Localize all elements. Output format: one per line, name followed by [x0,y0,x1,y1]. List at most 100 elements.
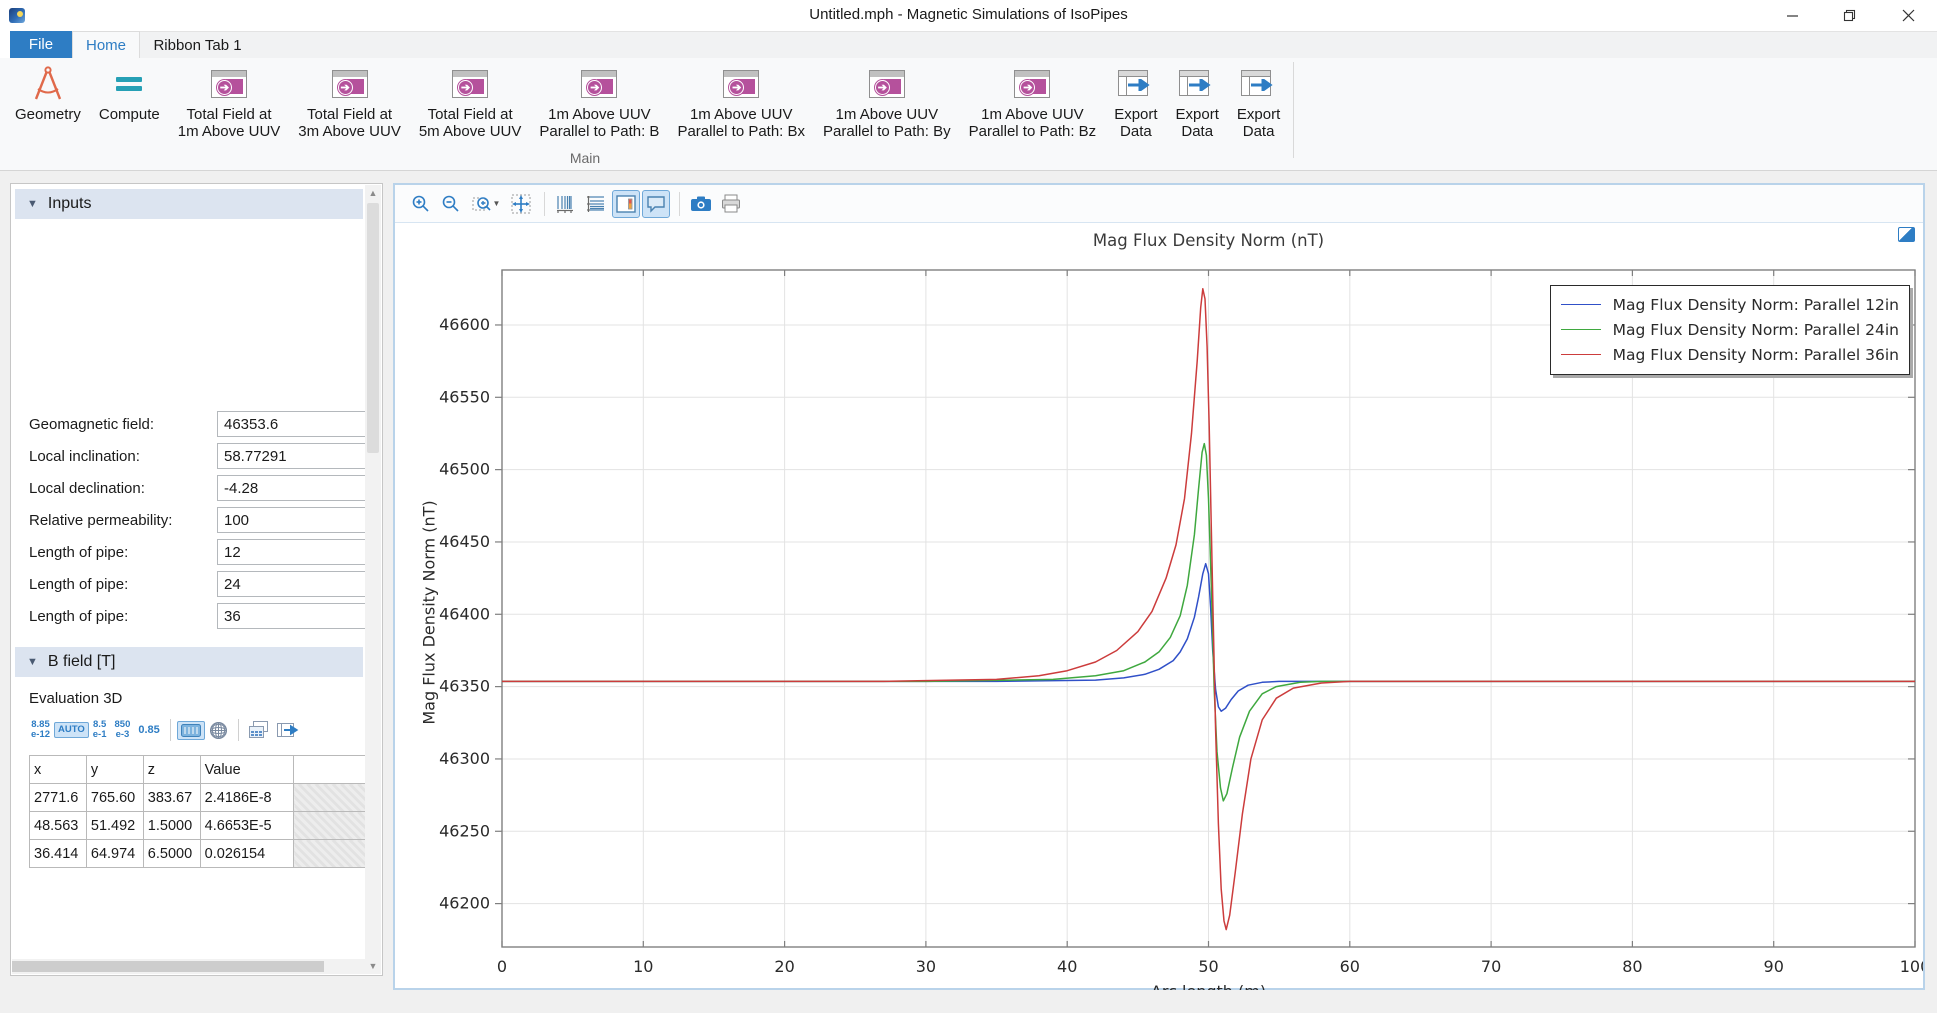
table-row[interactable]: 36.414 64.974 6.5000 0.026154 [30,840,378,868]
cell[interactable]: 765.60 [86,784,143,812]
plot-window-icon: ➔ [581,70,617,98]
cell[interactable]: 4.6653E-5 [200,812,293,840]
export-data-button-3[interactable]: ExportData [1228,62,1289,140]
length-of-pipe-3-input[interactable] [217,603,367,629]
cell[interactable]: 2.4186E-8 [200,784,293,812]
col-header-y[interactable]: y [86,756,143,784]
toolbar-divider [238,719,239,741]
bfield-section-header[interactable]: ▼ B field [T] [15,647,363,677]
field-row: Local inclination: [29,443,379,469]
cell[interactable]: 1.5000 [143,812,200,840]
cell[interactable]: 2771.6 [30,784,87,812]
cell[interactable]: 36.414 [30,840,87,868]
print-icon[interactable] [717,190,745,218]
table-row[interactable]: 2771.6 765.60 383.67 2.4186E-8 [30,784,378,812]
scrollbar-thumb[interactable] [367,203,379,453]
close-button[interactable] [1879,0,1937,31]
ribbon-button-label: ExportData [1237,106,1280,140]
geometry-compass-icon [31,62,65,106]
col-header-value[interactable]: Value [200,756,293,784]
total-field-5m-button[interactable]: ➔ Total Field at5m Above UUV [410,62,531,140]
horizontal-scrollbar[interactable] [12,959,367,974]
export-table-icon[interactable] [273,720,305,741]
milli-format-button[interactable]: 850e-3 [111,717,135,743]
local-inclination-input[interactable] [217,443,367,469]
length-of-pipe-1-input[interactable] [217,539,367,565]
parallel-path-bz-button[interactable]: ➔ 1m Above UUVParallel to Path: Bz [960,62,1106,140]
total-field-3m-button[interactable]: ➔ Total Field at3m Above UUV [289,62,410,140]
collapse-triangle-icon: ▼ [27,198,38,210]
svg-text:46450: 46450 [439,532,490,551]
inputs-section-header[interactable]: ▼ Inputs [15,189,363,219]
zoom-in-icon[interactable] [407,190,435,218]
svg-text:100: 100 [1900,957,1923,976]
compute-equals-icon [114,62,144,106]
cell[interactable]: 6.5000 [143,840,200,868]
ribbon-button-label: ExportData [1176,106,1219,140]
svg-text:46350: 46350 [439,677,490,696]
y-axis-log-icon[interactable] [582,190,610,218]
scroll-down-icon[interactable]: ▼ [365,958,381,974]
engineering-format-button[interactable]: 8.5e-1 [89,717,111,743]
field-label: Local declination: [29,480,217,497]
legend-toggle-icon[interactable] [612,190,640,218]
x-axis-log-icon[interactable] [552,190,580,218]
legend-label: Mag Flux Density Norm: Parallel 36in [1613,346,1899,364]
parallel-path-bx-button[interactable]: ➔ 1m Above UUVParallel to Path: Bx [668,62,814,140]
cell[interactable]: 64.974 [86,840,143,868]
tab-home[interactable]: Home [72,31,140,58]
graphics-panel: ▼ [393,183,1925,990]
restore-button[interactable] [1821,0,1879,31]
zoom-extents-icon[interactable] [507,190,535,218]
local-declination-input[interactable] [217,475,367,501]
svg-text:10: 10 [633,957,653,976]
scroll-up-icon[interactable]: ▲ [365,185,381,201]
export-data-button-2[interactable]: ExportData [1167,62,1228,140]
zoom-out-icon[interactable] [437,190,465,218]
svg-text:46550: 46550 [439,387,490,406]
cell[interactable]: 51.492 [86,812,143,840]
ribbon-button-label: Total Field at1m Above UUV [178,106,281,140]
legend-line-swatch [1561,354,1601,355]
parallel-path-b-button[interactable]: ➔ 1m Above UUVParallel to Path: B [530,62,668,140]
svg-text:46250: 46250 [439,821,490,840]
plot-window-icon: ➔ [869,70,905,98]
svg-text:Arc length (m): Arc length (m) [1151,982,1266,990]
scientific-format-button[interactable]: 8.85e-12 [27,717,54,743]
col-header-z[interactable]: z [143,756,200,784]
table-row[interactable]: 48.563 51.492 1.5000 4.6653E-5 [30,812,378,840]
relative-permeability-input[interactable] [217,507,367,533]
minimize-button[interactable] [1763,0,1821,31]
tab-file[interactable]: File [10,31,72,58]
total-field-1m-button[interactable]: ➔ Total Field at1m Above UUV [169,62,290,140]
tab-ribbon-tab-1[interactable]: Ribbon Tab 1 [140,31,255,58]
auto-format-button[interactable]: AUTO [54,722,89,738]
col-header-x[interactable]: x [30,756,87,784]
field-label: Length of pipe: [29,544,217,561]
zoom-box-icon[interactable]: ▼ [467,190,505,218]
export-data-icon [1118,70,1154,98]
svg-text:60: 60 [1340,957,1360,976]
compute-button[interactable]: Compute [90,62,169,123]
cell[interactable]: 383.67 [143,784,200,812]
scrollbar-thumb[interactable] [12,961,324,972]
copy-table-icon[interactable] [245,718,273,742]
screenshot-icon[interactable] [687,190,715,218]
cell[interactable]: 0.026154 [200,840,293,868]
parallel-path-by-button[interactable]: ➔ 1m Above UUVParallel to Path: By [814,62,960,140]
geomagnetic-field-input[interactable] [217,411,367,437]
field-label: Local inclination: [29,448,217,465]
decimal-format-button[interactable]: 0.85 [134,722,163,738]
ribbon-button-label: 1m Above UUVParallel to Path: B [539,106,659,140]
geometry-button[interactable]: Geometry [6,62,90,123]
legend-line-swatch [1561,329,1601,330]
vertical-scrollbar[interactable]: ▲ ▼ [365,185,381,974]
globe-icon[interactable] [205,718,232,743]
cell[interactable]: 48.563 [30,812,87,840]
plot-window-icon: ➔ [452,70,488,98]
length-of-pipe-2-input[interactable] [217,571,367,597]
ruler-icon[interactable] [177,721,205,740]
export-data-button-1[interactable]: ExportData [1105,62,1166,140]
legend-item: Mag Flux Density Norm: Parallel 12in [1561,292,1899,317]
annotation-toggle-icon[interactable] [642,190,670,218]
